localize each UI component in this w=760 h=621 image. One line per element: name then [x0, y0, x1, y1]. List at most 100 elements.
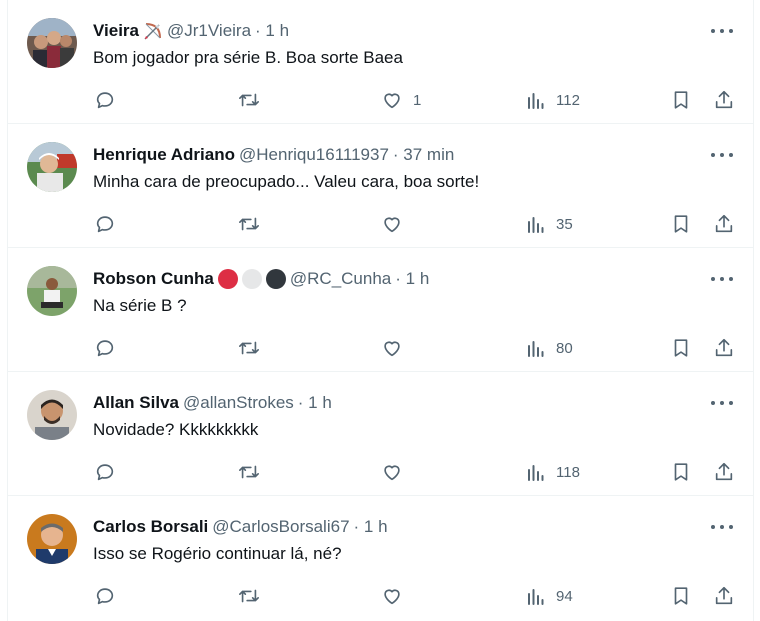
views-count: 80	[556, 339, 573, 357]
retweet-icon	[239, 217, 259, 231]
reply-icon	[96, 340, 114, 357]
share-icon	[715, 462, 733, 481]
author-name[interactable]: Henrique Adriano	[93, 145, 235, 165]
reply-button[interactable]	[94, 88, 116, 112]
reply-icon	[96, 216, 114, 233]
more-icon[interactable]	[711, 146, 733, 164]
reply-item[interactable]: Carlos Borsali @CarlosBorsali67 · 1 h Is…	[8, 496, 753, 620]
like-icon	[384, 217, 400, 233]
like-button[interactable]	[381, 584, 403, 608]
like-icon	[384, 465, 400, 481]
share-button[interactable]	[713, 460, 735, 484]
action-bar: 118	[8, 460, 753, 484]
views-button[interactable]: 80	[526, 336, 573, 360]
views-button[interactable]: 112	[526, 88, 580, 112]
share-icon	[715, 90, 733, 109]
reply-button[interactable]	[94, 212, 116, 236]
avatar[interactable]	[27, 390, 77, 440]
author-handle[interactable]: @allanStrokes	[183, 393, 294, 413]
avatar[interactable]	[27, 514, 77, 564]
action-bar: 1 112	[8, 88, 753, 112]
share-button[interactable]	[713, 212, 735, 236]
author-name[interactable]: Robson Cunha	[93, 269, 214, 289]
views-icon	[528, 93, 544, 109]
author-handle[interactable]: @Jr1Vieira	[167, 21, 251, 41]
reply-text: Isso se Rogério continuar lá, né?	[93, 544, 342, 563]
white-circle-icon	[241, 269, 262, 289]
reply-icon	[96, 464, 114, 481]
like-button[interactable]: 1	[381, 88, 421, 112]
reply-header: Allan Silva @allanStrokes · 1 h	[93, 391, 693, 415]
reply-text: Novidade? Kkkkkkkkk	[93, 420, 259, 439]
reply-item[interactable]: Allan Silva @allanStrokes · 1 h Novidade…	[8, 372, 753, 496]
reply-item[interactable]: Henrique Adriano @Henriqu16111937 · 37 m…	[8, 124, 753, 248]
author-name[interactable]: Vieira	[93, 21, 139, 41]
bookmark-button[interactable]	[670, 584, 692, 608]
reply-button[interactable]	[94, 460, 116, 484]
more-icon[interactable]	[711, 22, 733, 40]
reply-header: Henrique Adriano @Henriqu16111937 · 37 m…	[93, 143, 693, 167]
like-icon	[384, 589, 400, 605]
like-button[interactable]	[381, 336, 403, 360]
reply-button[interactable]	[94, 584, 116, 608]
author-name[interactable]: Allan Silva	[93, 393, 179, 413]
colored-circles-icon	[217, 269, 286, 289]
avatar[interactable]	[27, 266, 77, 316]
views-button[interactable]: 94	[526, 584, 573, 608]
like-button[interactable]	[381, 212, 403, 236]
timestamp[interactable]: · 1 h	[354, 517, 388, 537]
more-icon[interactable]	[711, 394, 733, 412]
views-count: 112	[556, 91, 580, 109]
action-bar: 35	[8, 212, 753, 236]
bookmark-icon	[674, 215, 688, 233]
bookmark-button[interactable]	[670, 460, 692, 484]
action-bar: 80	[8, 336, 753, 360]
bookmark-icon	[674, 91, 688, 109]
bookmark-icon	[674, 463, 688, 481]
views-count: 118	[556, 463, 580, 481]
more-icon[interactable]	[711, 270, 733, 288]
author-name[interactable]: Carlos Borsali	[93, 517, 208, 537]
share-icon	[715, 586, 733, 605]
author-handle[interactable]: @RC_Cunha	[290, 269, 391, 289]
views-icon	[528, 217, 544, 233]
timestamp[interactable]: · 1 h	[395, 269, 429, 289]
views-count: 94	[556, 587, 573, 605]
timestamp[interactable]: · 1 h	[298, 393, 332, 413]
author-handle[interactable]: @Henriqu16111937	[239, 145, 389, 165]
bookmark-button[interactable]	[670, 336, 692, 360]
retweet-button[interactable]	[237, 584, 261, 608]
share-button[interactable]	[713, 584, 735, 608]
action-bar: 94	[8, 584, 753, 608]
share-button[interactable]	[713, 88, 735, 112]
bookmark-icon	[674, 339, 688, 357]
more-icon[interactable]	[711, 518, 733, 536]
retweet-button[interactable]	[237, 212, 261, 236]
views-icon	[528, 589, 544, 605]
reply-text: Bom jogador pra série B. Boa sorte Baea	[93, 48, 403, 67]
avatar[interactable]	[27, 18, 77, 68]
bow-and-arrow-icon	[143, 21, 163, 41]
like-button[interactable]	[381, 460, 403, 484]
timestamp[interactable]: · 37 min	[393, 145, 454, 165]
like-count: 1	[413, 91, 422, 109]
views-button[interactable]: 35	[526, 212, 573, 236]
views-icon	[528, 341, 544, 357]
black-circle-icon	[265, 269, 286, 289]
share-button[interactable]	[713, 336, 735, 360]
reply-item[interactable]: Vieira @Jr1Vieira · 1 h Bom jogador pra …	[8, 0, 753, 124]
reply-item[interactable]: Robson Cunha @RC_Cunha · 1 h Na série B …	[8, 248, 753, 372]
retweet-icon	[239, 589, 259, 603]
bookmark-button[interactable]	[670, 212, 692, 236]
author-handle[interactable]: @CarlosBorsali67	[212, 517, 349, 537]
avatar[interactable]	[27, 142, 77, 192]
retweet-button[interactable]	[237, 460, 261, 484]
bookmark-icon	[674, 587, 688, 605]
views-button[interactable]: 118	[526, 460, 580, 484]
timestamp[interactable]: · 1 h	[255, 21, 289, 41]
reply-button[interactable]	[94, 336, 116, 360]
bookmark-button[interactable]	[670, 88, 692, 112]
retweet-button[interactable]	[237, 336, 261, 360]
retweet-button[interactable]	[237, 88, 261, 112]
replies-feed: Vieira @Jr1Vieira · 1 h Bom jogador pra …	[7, 0, 754, 621]
